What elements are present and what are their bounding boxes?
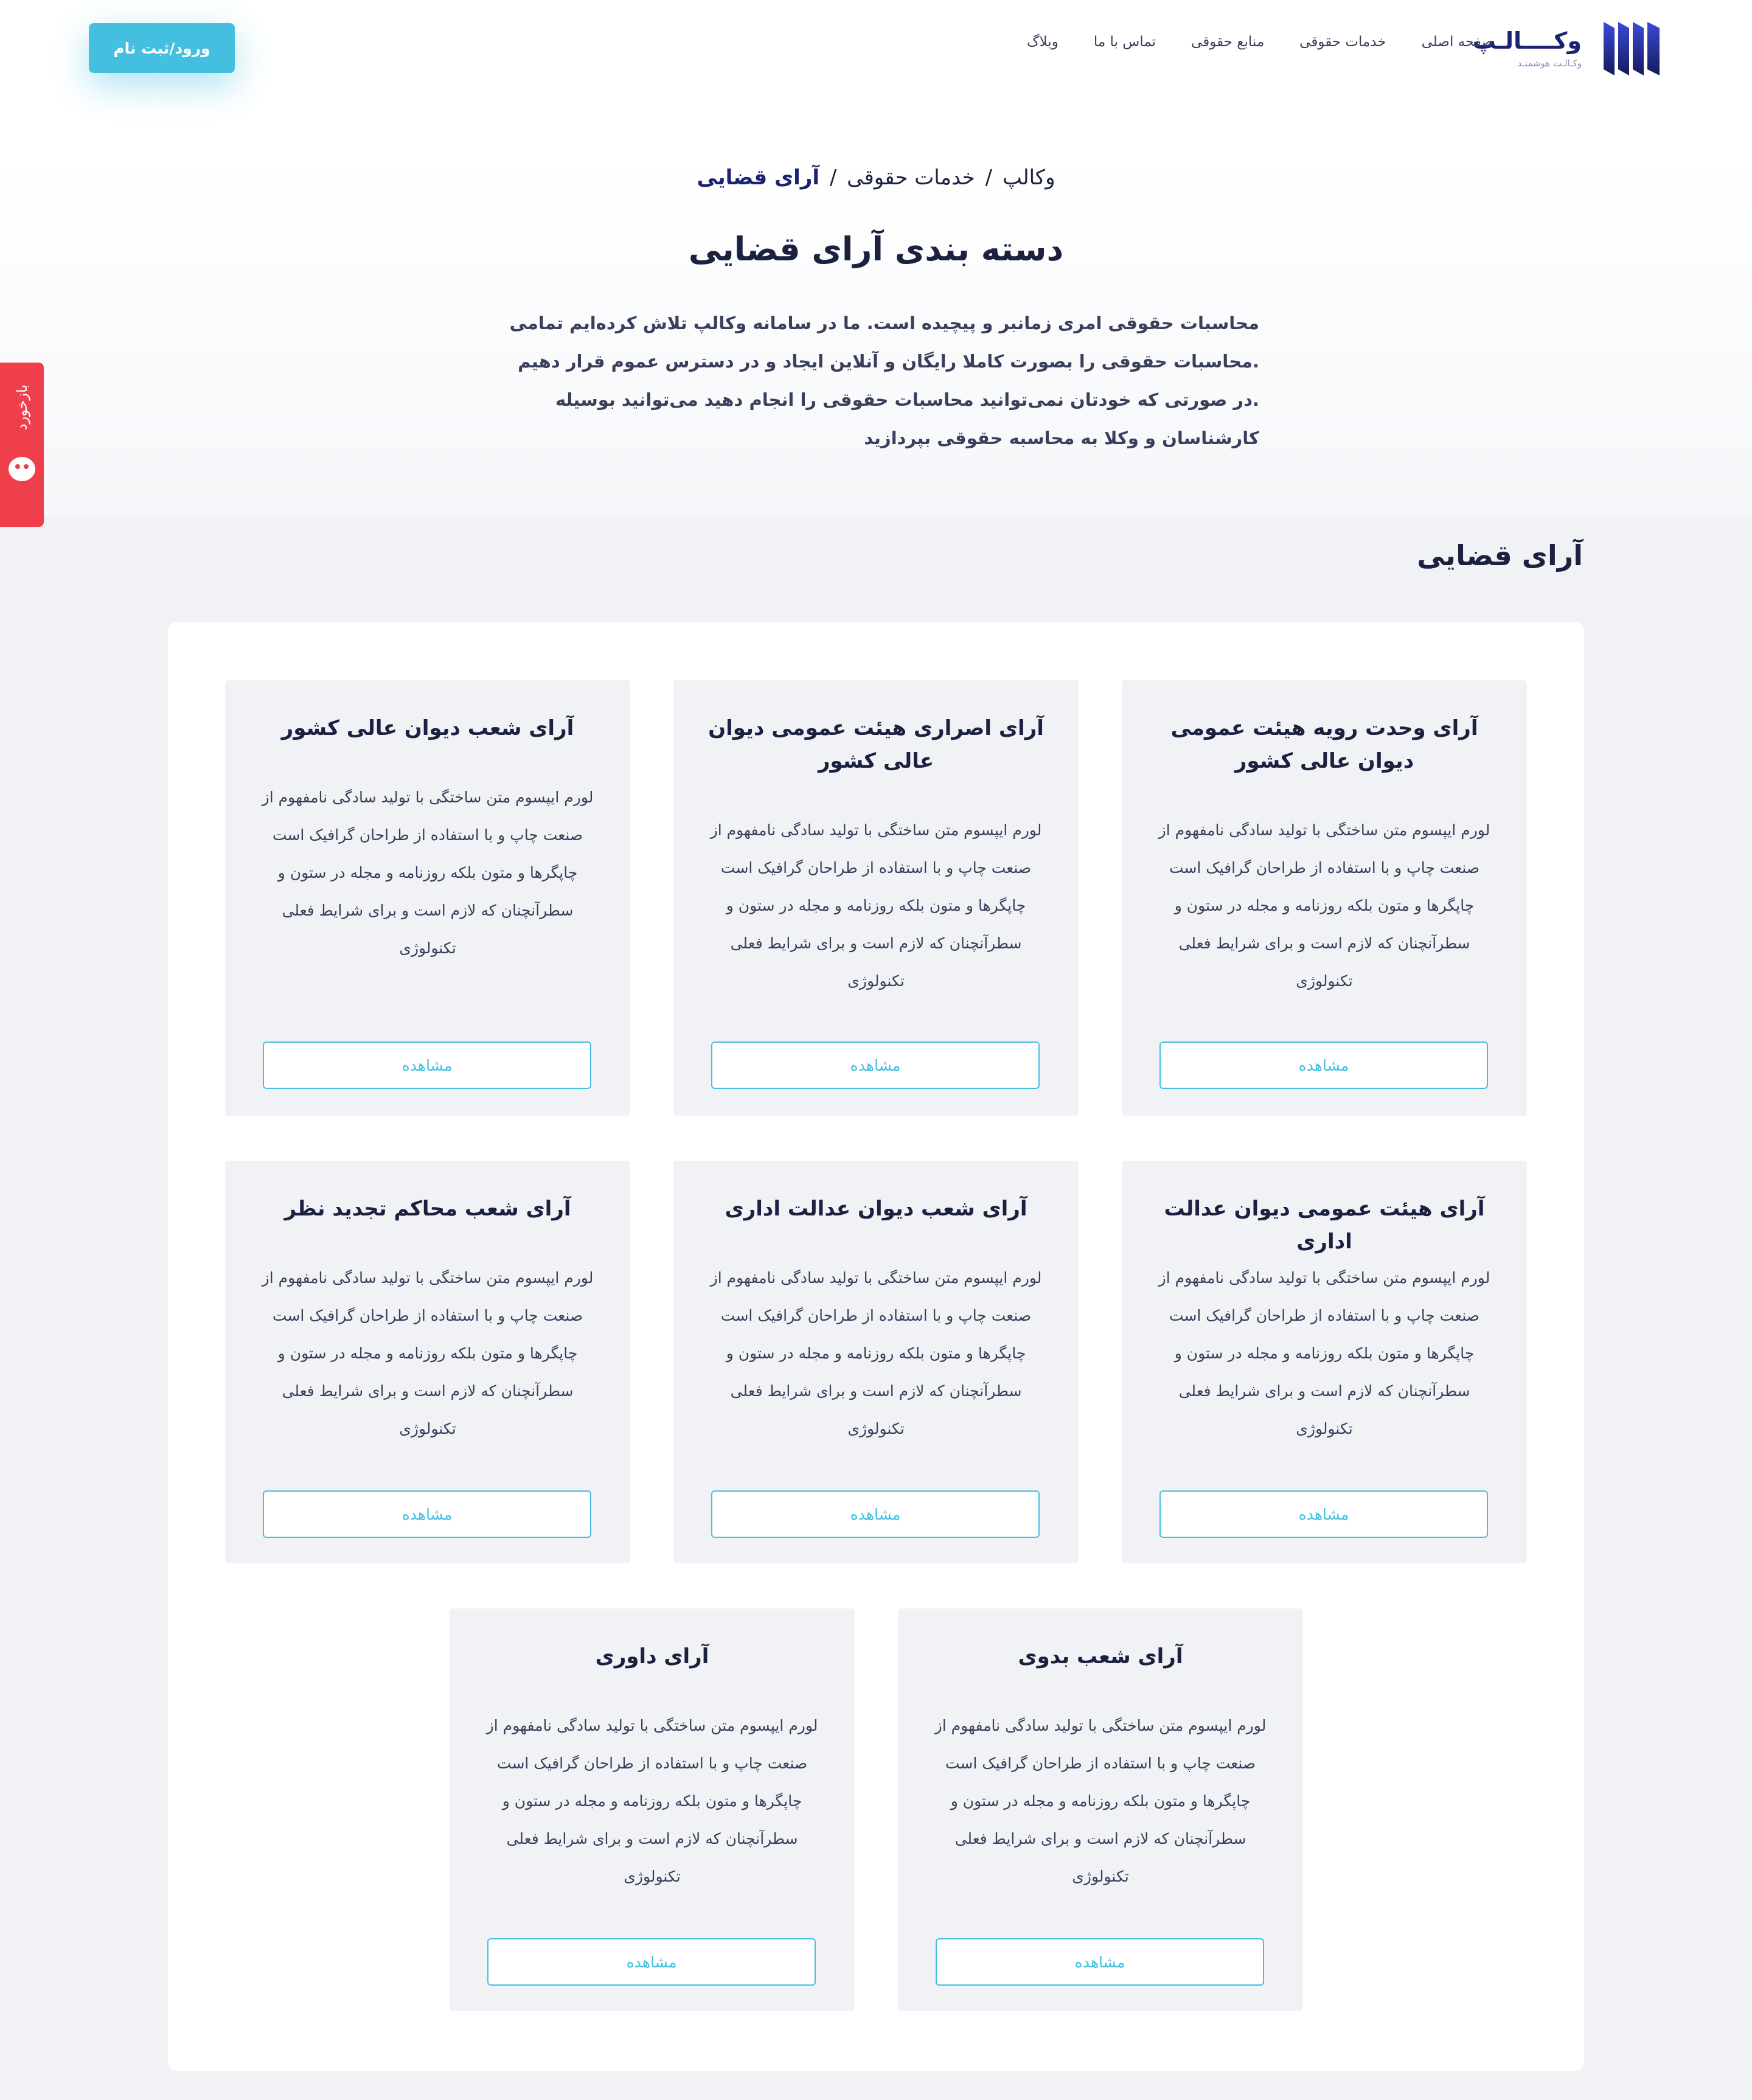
feedback-label: بازخورد	[13, 384, 30, 431]
smile-icon	[9, 457, 35, 482]
breadcrumb-separator: /	[985, 165, 993, 190]
card: آرای وحدت رویه هیئت عمومی دیوان عالی کشو…	[1122, 680, 1527, 1116]
view-button[interactable]: مشاهده	[263, 1490, 591, 1538]
card-text: لورم ایپسوم متن ساختگی با تولید سادگی نا…	[486, 1717, 818, 1885]
login-register-button[interactable]: ورود/ثبت نام	[89, 23, 235, 73]
nav-item-legal-resources[interactable]: منابع حقوقی	[1191, 34, 1264, 50]
view-button[interactable]: مشاهده	[711, 1490, 1040, 1538]
view-button[interactable]: مشاهده	[711, 1041, 1040, 1089]
breadcrumb-current: آرای قضایی	[697, 165, 820, 190]
breadcrumb-separator: /	[829, 165, 837, 190]
card-title: آرای داوری	[595, 1644, 709, 1669]
card: آرای شعب دیوان عدالت اداری لورم ایپسوم م…	[673, 1161, 1079, 1563]
card-title: آرای اصراری هیئت عمومی دیوان عالی کشور	[708, 716, 1044, 773]
page-intro: محاسبات حقوقی امری زمانبر و پیچیده است. …	[509, 313, 1259, 448]
card: آرای شعب دیوان عالی کشور لورم ایپسوم متن…	[225, 680, 630, 1116]
card: آرای هیئت عمومی دیوان عدالت اداری لورم ا…	[1122, 1161, 1527, 1563]
page-title: دسته بندی آرای قضایی	[688, 230, 1064, 268]
site-header: وکــــالـپ وکـالـت هوشمنـد صفحه اصلی خدم…	[0, 0, 1752, 97]
nav-item-home[interactable]: صفحه اصلی	[1422, 34, 1493, 50]
section-title: آرای قضایی	[1417, 539, 1583, 572]
card-title: آرای شعب دیوان عدالت اداری	[725, 1197, 1027, 1221]
card-text: لورم ایپسوم متن ساختگی با تولید سادگی نا…	[710, 1269, 1042, 1438]
view-button[interactable]: مشاهده	[1159, 1041, 1488, 1089]
card-title: آرای وحدت رویه هیئت عمومی دیوان عالی کشو…	[1170, 716, 1478, 773]
card-text: لورم ایپسوم متن ساختگی با تولید سادگی نا…	[262, 1269, 594, 1438]
main-nav: صفحه اصلی خدمات حقوقی منابع حقوقی تماس ب…	[1027, 34, 1493, 50]
card: آرای داوری لورم ایپسوم متن ساختگی با تول…	[450, 1608, 855, 2011]
card: آرای اصراری هیئت عمومی دیوان عالی کشور ل…	[673, 680, 1079, 1116]
view-button[interactable]: مشاهده	[487, 1938, 816, 1986]
card-text: لورم ایپسوم متن ساختگی با تولید سادگی نا…	[934, 1717, 1267, 1885]
card-text: لورم ایپسوم متن ساختگی با تولید سادگی نا…	[262, 788, 594, 957]
breadcrumb-home[interactable]: وکالپ	[1003, 165, 1055, 190]
card: آرای شعب محاکم تجدید نظر لورم ایپسوم متن…	[225, 1161, 630, 1563]
view-button[interactable]: مشاهده	[1159, 1490, 1488, 1538]
card-text: لورم ایپسوم متن ساختگی با تولید سادگی نا…	[710, 821, 1042, 990]
card-title: آرای شعب محاکم تجدید نظر	[284, 1197, 571, 1221]
card-text: لورم ایپسوم متن ساختگی با تولید سادگی نا…	[1158, 1269, 1490, 1438]
logo[interactable]: وکــــالـپ وکـالـت هوشمنـد	[1473, 17, 1661, 80]
logo-tagline: وکـالـت هوشمنـد	[1517, 57, 1582, 69]
card-text: لورم ایپسوم متن ساختگی با تولید سادگی نا…	[1158, 821, 1490, 990]
card-title: آرای شعب دیوان عالی کشور	[281, 716, 574, 740]
view-button[interactable]: مشاهده	[263, 1041, 591, 1089]
nav-item-legal-services[interactable]: خدمات حقوقی	[1299, 34, 1386, 50]
logo-mark-icon	[1604, 22, 1660, 75]
card: آرای شعب بدوی لورم ایپسوم متن ساختگی با …	[898, 1608, 1303, 2011]
breadcrumb-parent[interactable]: خدمات حقوقی	[847, 165, 975, 190]
view-button[interactable]: مشاهده	[936, 1938, 1264, 1986]
cards-panel: آرای وحدت رویه هیئت عمومی دیوان عالی کشو…	[168, 622, 1584, 2071]
card-title: آرای شعب بدوی	[1018, 1644, 1183, 1669]
card-title: آرای هیئت عمومی دیوان عدالت اداری	[1164, 1197, 1485, 1254]
nav-item-contact[interactable]: تماس با ما	[1094, 34, 1156, 50]
feedback-tab[interactable]: بازخورد	[0, 363, 44, 527]
breadcrumb: وکالپ / خدمات حقوقی / آرای قضایی	[0, 165, 1752, 190]
nav-item-blog[interactable]: وبلاگ	[1027, 34, 1058, 50]
